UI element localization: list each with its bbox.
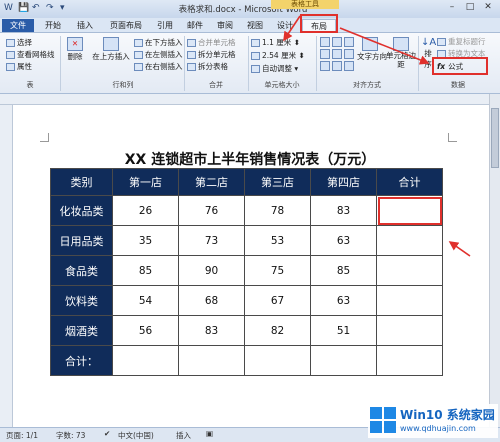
watermark-logo: Win10 系统家园 www.qdhuajin.com <box>368 404 498 438</box>
watermark-url: www.qdhuajin.com <box>400 424 476 433</box>
status-language[interactable]: 中文(中国) <box>118 430 154 441</box>
status-word-count[interactable]: 字数: 73 <box>56 430 85 441</box>
arrow-to-formula <box>339 27 430 65</box>
status-page-count[interactable]: 页面: 1/1 <box>6 430 38 441</box>
arrow-to-total-cell <box>448 241 471 257</box>
windows-logo-icon <box>370 407 396 433</box>
watermark-brand: Win10 系统家园 <box>400 408 495 422</box>
annotation-arrows <box>283 15 471 257</box>
proofing-icon[interactable]: ✔ <box>104 429 110 438</box>
arrow-to-layout-tab <box>283 15 301 42</box>
status-insert-mode[interactable]: 插入 <box>176 430 191 441</box>
macro-record-icon[interactable]: ▣ <box>206 429 213 438</box>
